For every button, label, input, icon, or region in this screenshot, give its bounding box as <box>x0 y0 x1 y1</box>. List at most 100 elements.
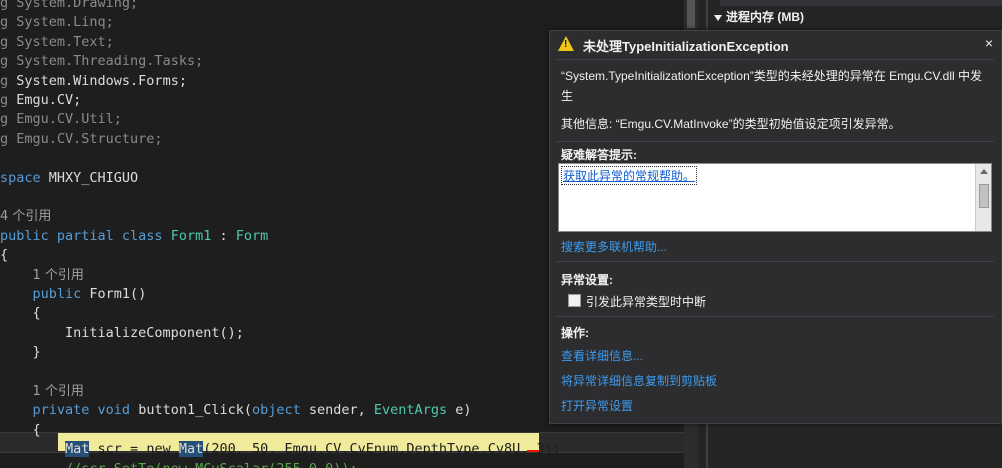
troubleshooting-tips-label: 疑难解答提示: <box>561 148 637 162</box>
code-line: public Form1() <box>0 285 147 304</box>
warning-icon: ! <box>558 36 574 51</box>
general-help-link[interactable]: 获取此异常的常规帮助。 <box>561 166 698 185</box>
code-token: 1 个引用 <box>32 384 84 399</box>
code-line: } <box>0 343 41 362</box>
search-online-help-link[interactable]: 搜索更多联机帮助... <box>561 238 667 255</box>
dialog-title: 未处理TypeInitializationException <box>583 39 789 54</box>
code-token: { <box>0 305 41 322</box>
code-line: 4 个引用 <box>0 207 51 226</box>
code-line: g Emgu.CV; <box>0 91 81 110</box>
code-token: EventArgs <box>373 402 456 419</box>
code-token: g <box>0 130 17 147</box>
panel-toolbar-strip <box>720 0 1002 6</box>
code-token: public <box>32 286 90 302</box>
tips-scrollbar-thumb[interactable] <box>979 184 989 208</box>
code-line: { <box>0 421 41 440</box>
code-line: g Emgu.CV.Structure; <box>0 130 163 149</box>
actions-label: 操作: <box>561 326 589 340</box>
code-line: { <box>0 246 8 265</box>
code-token: : <box>211 227 236 244</box>
error-squiggle <box>527 450 539 452</box>
exception-message: “System.TypeInitializationException”类型的未… <box>561 69 983 103</box>
code-token: sender, <box>308 402 374 419</box>
code-token: g <box>0 0 17 11</box>
code-token: g <box>0 111 17 128</box>
code-token: 4 个引用 <box>0 209 52 225</box>
code-token: g <box>0 92 17 108</box>
break-on-exception-label[interactable]: 引发此异常类型时中断 <box>586 293 706 310</box>
collapse-triangle-icon <box>714 14 722 21</box>
code-token: System.Drawing; <box>16 0 139 11</box>
code-token: Emgu.CV.Structure; <box>16 130 163 147</box>
copy-details-link[interactable]: 将异常详细信息复制到剪贴板 <box>561 372 717 389</box>
tips-scrollbar[interactable] <box>975 164 991 231</box>
close-icon[interactable]: × <box>985 35 993 51</box>
code-token: g <box>0 33 17 50</box>
code-line: public partial class Form1 : Form <box>0 227 268 246</box>
code-line: private void button1_Click(object sender… <box>0 401 472 420</box>
code-token: (200, 50, Emgu.CV.CvEnum.DepthType.Cv8U,… <box>203 441 561 458</box>
code-token: space <box>0 169 49 186</box>
code-line: //scr.SetTo(new MCvScalar(255,0,0)); <box>0 460 358 468</box>
code-line: g System.Windows.Forms; <box>0 72 187 91</box>
code-token: Form1() <box>89 286 147 302</box>
code-token: System.Windows.Forms; <box>16 72 187 89</box>
code-token: { <box>0 247 9 264</box>
code-line: InitializeComponent(); <box>0 324 244 343</box>
code-line: g System.Text; <box>0 33 114 52</box>
code-token: g <box>0 72 17 89</box>
code-token: Form1 <box>170 227 212 244</box>
exception-settings-label: 异常设置: <box>561 273 613 287</box>
info-divider <box>556 141 994 142</box>
code-line: space MHXY_CHIGUO <box>0 169 138 188</box>
view-details-link[interactable]: 查看详细信息... <box>561 347 643 364</box>
code-token: System.Text; <box>16 33 114 50</box>
break-on-exception-checkbox[interactable] <box>568 294 581 307</box>
code-line: g System.Threading.Tasks; <box>0 52 203 71</box>
code-line: g System.Linq; <box>0 13 114 32</box>
code-line: 1 个引用 <box>0 382 84 401</box>
code-token: } <box>0 344 41 361</box>
code-token: button1_Click( <box>138 402 252 419</box>
code-token: //scr.SetTo(new MCvScalar(255,0,0)); <box>0 461 358 468</box>
code-token: { <box>0 421 41 438</box>
code-token: Emgu.CV; <box>16 92 82 108</box>
settings-divider <box>556 316 994 317</box>
additional-info: 其他信息: “Emgu.CV.MatInvoke”的类型初始值设定项引发异常。 <box>561 117 901 131</box>
code-token: private void <box>32 402 139 419</box>
open-exception-settings-link[interactable]: 打开异常设置 <box>561 397 633 414</box>
title-divider <box>556 59 994 60</box>
code-line: g System.Drawing; <box>0 0 138 13</box>
code-line: { <box>0 304 41 323</box>
process-memory-label: 进程内存 (MB) <box>726 10 804 24</box>
code-token: Emgu.CV.Util; <box>16 111 122 128</box>
scroll-up-icon[interactable] <box>980 169 988 174</box>
troubleshooting-tips-box: 获取此异常的常规帮助。 <box>558 163 992 232</box>
code-token: System.Linq; <box>16 14 114 31</box>
code-token: Mat <box>178 441 204 458</box>
code-token: 1 个引用 <box>32 267 84 283</box>
code-token: Mat <box>65 441 90 458</box>
code-token: MHXY_CHIGUO <box>48 169 139 186</box>
code-token: public partial class <box>0 227 171 244</box>
code-token: scr = new <box>89 441 179 458</box>
code-token: e) <box>455 402 472 419</box>
process-memory-header[interactable]: 进程内存 (MB) <box>714 8 804 25</box>
code-token: InitializeComponent(); <box>0 324 244 341</box>
code-token: g <box>0 14 17 31</box>
code-token: System.Threading.Tasks; <box>16 53 204 70</box>
editor-scrollbar-thumb[interactable] <box>687 0 695 28</box>
code-token: object <box>251 402 309 419</box>
code-line: 1 个引用 <box>0 266 84 285</box>
tips-divider <box>556 261 994 262</box>
code-token: Form <box>235 227 269 244</box>
code-line: Mat scr = new Mat(200, 50, Emgu.CV.CvEnu… <box>0 440 561 459</box>
code-line: g Emgu.CV.Util; <box>0 110 122 129</box>
code-token: g <box>0 53 17 70</box>
exception-helper-dialog: ! 未处理TypeInitializationException × “Syst… <box>549 30 1002 424</box>
